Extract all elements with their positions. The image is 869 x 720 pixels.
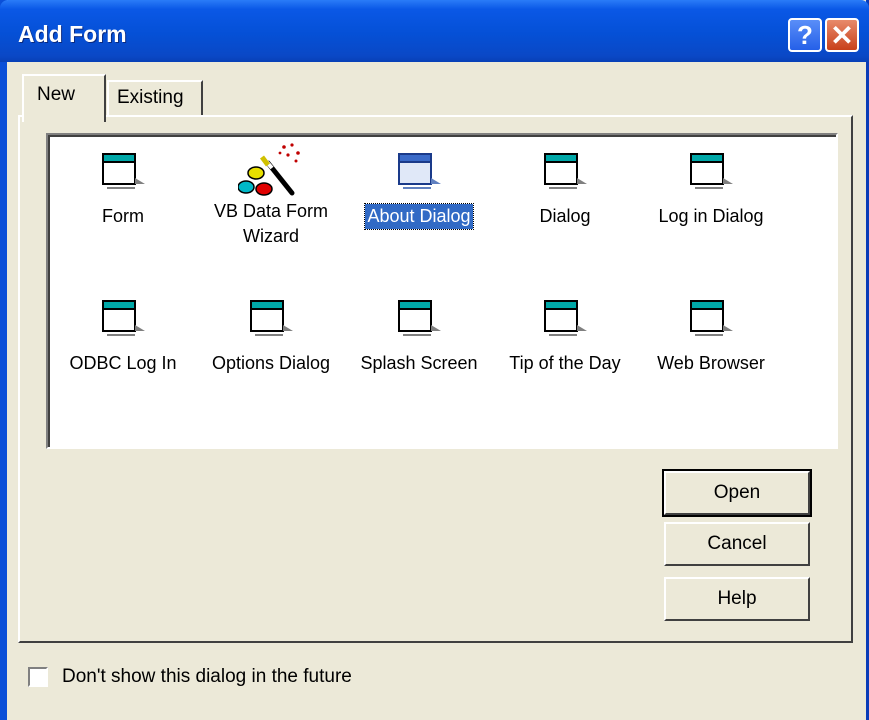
tab-existing-label: Existing bbox=[117, 87, 184, 108]
title-bar[interactable]: Add Form ? ✕ bbox=[0, 0, 869, 62]
form-icon bbox=[690, 300, 733, 336]
form-icon bbox=[102, 300, 145, 336]
list-item-label: VB Data Form Wizard bbox=[213, 201, 329, 246]
list-item-splash-screen[interactable]: Splash Screen bbox=[346, 297, 492, 376]
form-icon bbox=[690, 153, 733, 189]
tab-new[interactable]: New bbox=[22, 74, 106, 122]
list-item-label: Tip of the Day bbox=[509, 353, 621, 373]
list-item-log-in-dialog[interactable]: Log in Dialog bbox=[638, 150, 784, 229]
list-item-web-browser[interactable]: Web Browser bbox=[638, 297, 784, 376]
list-item-label: Splash Screen bbox=[360, 353, 478, 373]
form-icon bbox=[398, 153, 441, 189]
form-icon bbox=[544, 300, 587, 336]
dont-show-option[interactable]: Don't show this dialog in the future bbox=[28, 666, 352, 688]
cancel-button[interactable]: Cancel bbox=[664, 522, 810, 566]
form-icon bbox=[250, 300, 293, 336]
list-item-label: Log in Dialog bbox=[658, 206, 764, 226]
list-item-odbc-log-in[interactable]: ODBC Log In bbox=[50, 297, 196, 376]
list-item-tip-of-the-day[interactable]: Tip of the Day bbox=[492, 297, 638, 376]
tab-existing[interactable]: Existing bbox=[107, 80, 203, 116]
cancel-button-label: Cancel bbox=[707, 533, 767, 554]
list-item-label: About Dialog bbox=[364, 203, 474, 230]
list-item-dialog[interactable]: Dialog bbox=[492, 150, 638, 229]
list-item-label: ODBC Log In bbox=[69, 353, 177, 373]
list-item-vb-data-form-wizard[interactable]: VB Data Form Wizard bbox=[198, 141, 344, 249]
list-item-form[interactable]: Form bbox=[50, 150, 196, 229]
question-icon: ? bbox=[797, 19, 813, 50]
wizard-icon bbox=[238, 143, 300, 196]
list-item-options-dialog[interactable]: Options Dialog bbox=[198, 297, 344, 376]
window-title: Add Form bbox=[18, 21, 127, 47]
list-item-label: Form bbox=[102, 206, 144, 226]
open-button-label: Open bbox=[713, 482, 761, 503]
list-item-label: Web Browser bbox=[657, 353, 765, 373]
form-icon bbox=[544, 153, 587, 189]
open-button[interactable]: Open bbox=[662, 469, 812, 517]
list-item-about-dialog[interactable]: About Dialog bbox=[346, 150, 492, 230]
title-close-button[interactable]: ✕ bbox=[825, 18, 859, 52]
form-icon bbox=[398, 300, 441, 336]
help-button[interactable]: Help bbox=[664, 577, 810, 621]
tab-new-label: New bbox=[37, 84, 76, 105]
form-template-list[interactable]: Form VB Data Form Wizard About Dialog Di… bbox=[46, 133, 838, 449]
form-icon bbox=[102, 153, 145, 189]
close-icon: ✕ bbox=[830, 19, 854, 51]
list-item-label: Dialog bbox=[539, 206, 591, 226]
list-item-label: Options Dialog bbox=[211, 353, 331, 373]
title-help-button[interactable]: ? bbox=[788, 18, 822, 52]
dont-show-checkbox[interactable] bbox=[28, 667, 48, 687]
dont-show-checkbox-label[interactable]: Don't show this dialog in the future bbox=[62, 666, 352, 688]
help-button-label: Help bbox=[717, 588, 757, 609]
